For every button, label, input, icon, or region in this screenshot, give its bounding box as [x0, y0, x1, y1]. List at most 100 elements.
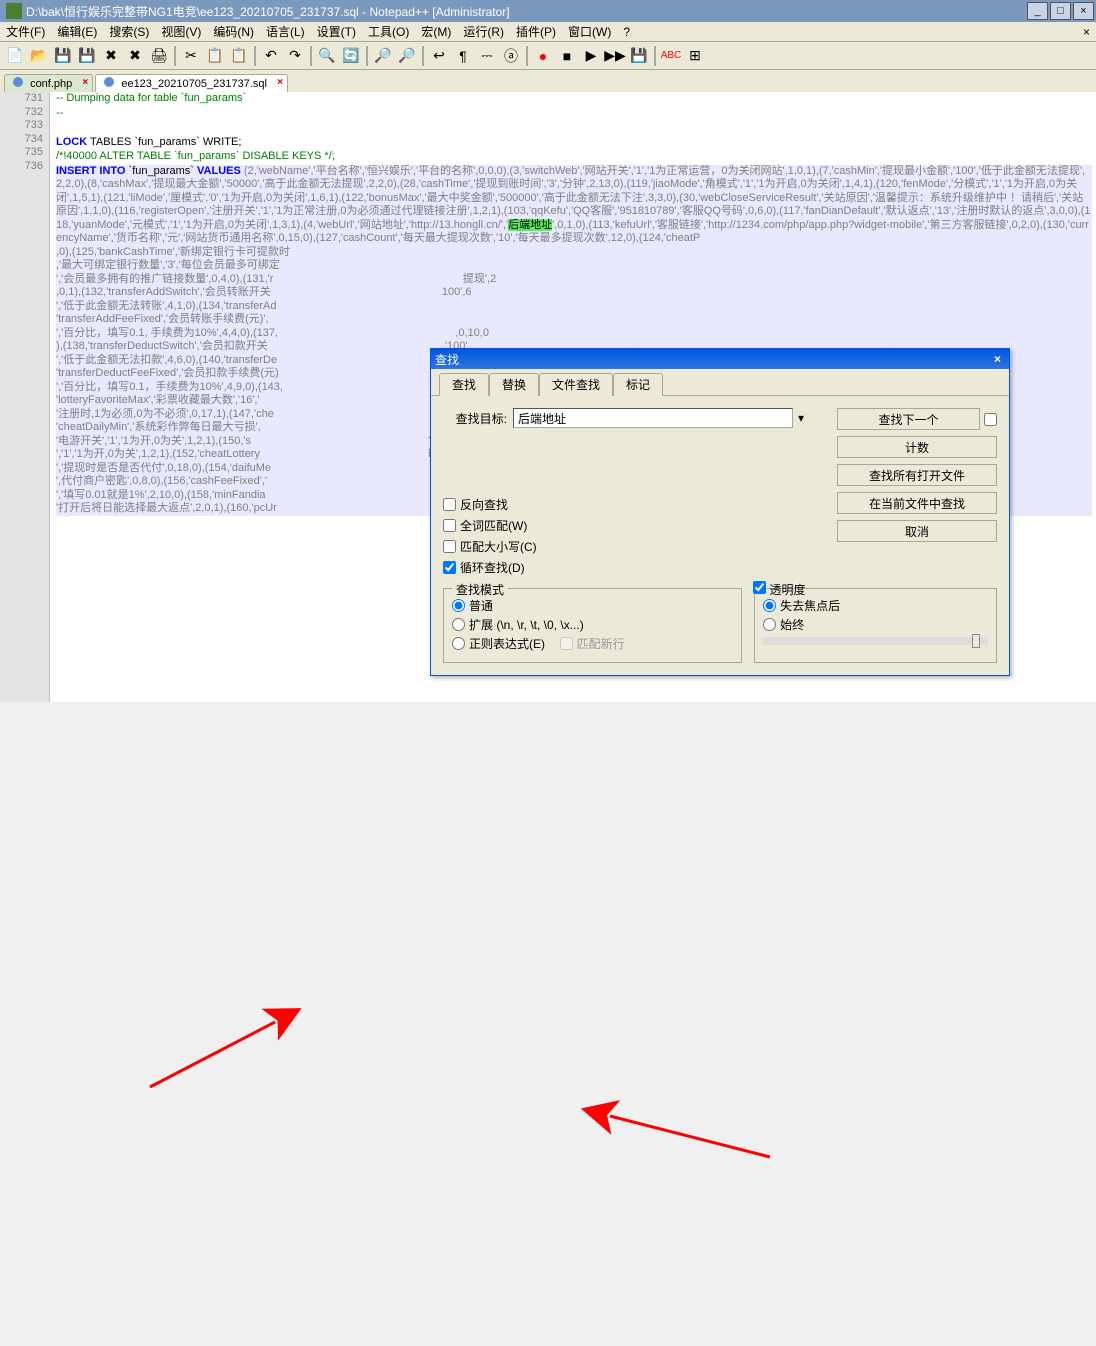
- code-comment: -- Dumping data for table `fun_params`: [56, 92, 246, 104]
- minimize-button[interactable]: _: [1027, 2, 1048, 20]
- mode-regex-label: 正则表达式(E): [469, 635, 545, 652]
- menu-language[interactable]: 语言(L): [260, 23, 311, 40]
- menu-run[interactable]: 运行(R): [457, 23, 510, 40]
- trans-lose-radio[interactable]: [763, 599, 776, 612]
- macro-play-icon[interactable]: ▶: [580, 45, 602, 67]
- tab-sql-file[interactable]: ee123_20210705_231737.sql ×: [95, 74, 288, 92]
- find-dialog: 查找 × 查找 替换 文件查找 标记 查找目标: ▾ 反向查找 全词匹配(W) …: [430, 348, 1010, 676]
- find-all-open-button[interactable]: 查找所有打开文件: [837, 464, 997, 486]
- macro-save-icon[interactable]: 💾: [628, 45, 650, 67]
- find-tab-files[interactable]: 文件查找: [539, 373, 613, 396]
- macro-rec-icon[interactable]: ●: [532, 45, 554, 67]
- transparency-checkbox[interactable]: [753, 581, 766, 594]
- mode-normal-row: 普通: [452, 597, 733, 614]
- replace-icon[interactable]: 🔄: [340, 45, 362, 67]
- spell-icon[interactable]: ABC: [660, 45, 682, 67]
- menu-tools[interactable]: 工具(O): [362, 23, 415, 40]
- print-icon[interactable]: 🖨: [148, 45, 170, 67]
- mode-ext-radio[interactable]: [452, 618, 465, 631]
- menu-edit[interactable]: 编辑(E): [51, 23, 103, 40]
- open-file-icon[interactable]: 📂: [28, 45, 50, 67]
- tab-close-icon[interactable]: ×: [277, 77, 283, 88]
- reverse-checkbox[interactable]: [443, 498, 456, 511]
- redo-icon[interactable]: ↷: [284, 45, 306, 67]
- whole-word-checkbox[interactable]: [443, 519, 456, 532]
- doc-map-icon[interactable]: ⊞: [684, 45, 706, 67]
- menu-plugins[interactable]: 插件(P): [510, 23, 562, 40]
- lang-icon[interactable]: ⓐ: [500, 45, 522, 67]
- close-button[interactable]: ×: [1073, 2, 1094, 20]
- find-target-input[interactable]: [513, 408, 793, 428]
- find-next-button[interactable]: 查找下一个: [837, 408, 980, 430]
- save-indicator-icon: [104, 77, 114, 87]
- find-tab-find[interactable]: 查找: [439, 373, 489, 396]
- wrap-icon[interactable]: ↩: [428, 45, 450, 67]
- zoom-in-icon[interactable]: 🔎: [372, 45, 394, 67]
- find-in-current-button[interactable]: 在当前文件中查找: [837, 492, 997, 514]
- all-chars-icon[interactable]: ¶: [452, 45, 474, 67]
- paste-icon[interactable]: 📋: [228, 45, 250, 67]
- indent-guide-icon[interactable]: ⎓: [476, 45, 498, 67]
- find-tab-mark[interactable]: 标记: [613, 373, 663, 396]
- find-tab-replace[interactable]: 替换: [489, 373, 539, 396]
- reverse-checkbox-row: 反向查找: [443, 496, 837, 513]
- case-checkbox-row: 匹配大小写(C): [443, 538, 837, 555]
- trans-lose-row: 失去焦点后: [763, 597, 988, 614]
- maximize-button[interactable]: □: [1050, 2, 1071, 20]
- cancel-button[interactable]: 取消: [837, 520, 997, 542]
- window-title-container: D:\bak\恒行娱乐完整带NG1电竞\ee123_20210705_23173…: [2, 3, 510, 20]
- count-button[interactable]: 计数: [837, 436, 997, 458]
- macro-stop-icon[interactable]: ■: [556, 45, 578, 67]
- tab-close-icon[interactable]: ×: [82, 77, 88, 88]
- menu-bar: 文件(F) 编辑(E) 搜索(S) 视图(V) 编码(N) 语言(L) 设置(T…: [0, 22, 1096, 42]
- cut-icon[interactable]: ✂: [180, 45, 202, 67]
- search-mode-title: 查找模式: [452, 581, 508, 598]
- menu-file[interactable]: 文件(F): [0, 23, 51, 40]
- close-file-icon[interactable]: ✖: [100, 45, 122, 67]
- newline-checkbox: [560, 637, 573, 650]
- transparency-title-wrap: 透明度: [749, 581, 809, 598]
- new-file-icon[interactable]: 📄: [4, 45, 26, 67]
- save-indicator-icon: [13, 77, 23, 87]
- macro-fast-icon[interactable]: ▶▶: [604, 45, 626, 67]
- transparency-slider[interactable]: [763, 637, 988, 645]
- menu-settings[interactable]: 设置(T): [311, 23, 362, 40]
- menu-close-x[interactable]: ×: [1077, 25, 1096, 39]
- trans-always-radio[interactable]: [763, 618, 776, 631]
- find-dialog-title: 查找: [435, 351, 459, 368]
- menu-macro[interactable]: 宏(M): [415, 23, 457, 40]
- reverse-label: 反向查找: [460, 496, 508, 513]
- save-all-icon[interactable]: 💾: [76, 45, 98, 67]
- find-icon[interactable]: 🔍: [316, 45, 338, 67]
- tab-conf-php[interactable]: conf.php ×: [4, 74, 93, 92]
- menu-search[interactable]: 搜索(S): [103, 23, 155, 40]
- find-dialog-title-bar[interactable]: 查找 ×: [431, 349, 1009, 369]
- toolbar-separator: [422, 46, 424, 66]
- dropdown-icon[interactable]: ▾: [793, 411, 809, 425]
- zoom-out-icon[interactable]: 🔎: [396, 45, 418, 67]
- tab-label: conf.php: [30, 78, 72, 90]
- find-target-label: 查找目标:: [443, 410, 513, 427]
- mode-regex-radio[interactable]: [452, 637, 465, 650]
- save-icon[interactable]: 💾: [52, 45, 74, 67]
- menu-encoding[interactable]: 编码(N): [207, 23, 260, 40]
- line-number: 734: [0, 133, 43, 147]
- line-number: 731: [0, 92, 43, 106]
- undo-icon[interactable]: ↶: [260, 45, 282, 67]
- slider-thumb[interactable]: [972, 634, 980, 648]
- find-options: 查找目标: ▾ 反向查找 全词匹配(W) 匹配大小写(C) 循环查找(D) 查找…: [443, 408, 997, 580]
- menu-window[interactable]: 窗口(W): [562, 23, 617, 40]
- find-next-aux-checkbox[interactable]: [984, 413, 997, 426]
- code-keyword: LOCK: [56, 136, 87, 148]
- find-close-button[interactable]: ×: [990, 352, 1005, 366]
- menu-view[interactable]: 视图(V): [155, 23, 207, 40]
- trans-lose-label: 失去焦点后: [780, 597, 840, 614]
- menu-help[interactable]: ?: [617, 25, 636, 39]
- wrap-checkbox[interactable]: [443, 561, 456, 574]
- toolbar-separator: [366, 46, 368, 66]
- copy-icon[interactable]: 📋: [204, 45, 226, 67]
- case-checkbox[interactable]: [443, 540, 456, 553]
- close-all-icon[interactable]: ✖: [124, 45, 146, 67]
- mode-normal-radio[interactable]: [452, 599, 465, 612]
- line-gutter: 731 732 733 734 735 736: [0, 92, 50, 702]
